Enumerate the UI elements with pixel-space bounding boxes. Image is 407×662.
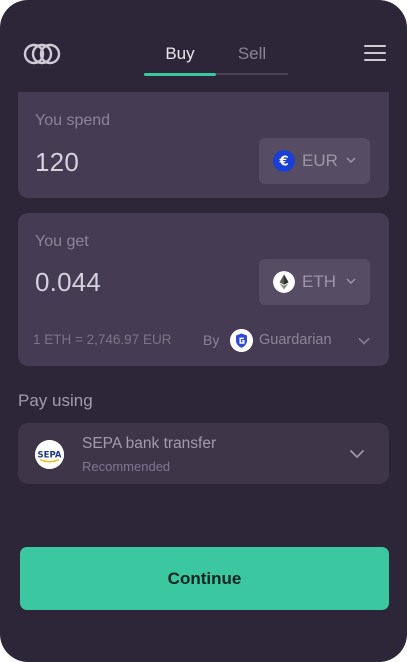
tab-buy[interactable]: Buy	[144, 40, 216, 76]
get-currency-select[interactable]: ETH	[259, 259, 370, 305]
hamburger-menu-icon[interactable]	[364, 45, 386, 61]
chevron-down-icon	[346, 157, 356, 164]
payment-method-select[interactable]: SEPA SEPA bank transfer Recommended	[18, 423, 389, 484]
provider-name[interactable]: Guardarian	[259, 332, 332, 348]
euro-icon: €	[273, 150, 295, 172]
chevron-down-icon	[346, 278, 356, 285]
swap-widget: Buy Sell You spend 120 € EUR You get 0.0…	[0, 0, 407, 662]
provider-by-label: By	[203, 332, 220, 348]
spend-card: You spend 120 € EUR	[18, 92, 389, 198]
payment-method-recommended: Recommended	[82, 459, 171, 474]
spend-currency-code: EUR	[302, 151, 338, 170]
pay-using-label: Pay using	[18, 391, 93, 410]
spend-currency-select[interactable]: € EUR	[259, 138, 370, 184]
guardarian-logo-icon	[230, 329, 253, 352]
continue-button[interactable]: Continue	[20, 547, 389, 610]
tab-sell[interactable]: Sell	[216, 40, 288, 76]
provider-chevron-down-icon[interactable]	[358, 337, 370, 345]
payment-method-name: SEPA bank transfer	[82, 435, 217, 452]
get-label: You get	[35, 233, 89, 250]
exchange-rate: 1 ETH = 2,746.97 EUR	[33, 332, 172, 347]
get-amount: 0.044	[35, 267, 102, 297]
logo-icon	[23, 43, 61, 65]
spend-label: You spend	[35, 112, 111, 129]
svg-text:SEPA: SEPA	[38, 451, 62, 461]
sepa-logo-icon: SEPA	[35, 440, 64, 469]
svg-text:€: €	[278, 155, 288, 170]
tab-active-indicator	[144, 73, 216, 76]
chevron-down-icon	[349, 449, 365, 459]
get-currency-code: ETH	[302, 272, 336, 291]
spend-amount-input[interactable]: 120	[35, 147, 79, 178]
get-card: You get 0.044 ETH 1 ETH = 2,746.97 EUR B…	[18, 213, 389, 366]
ethereum-icon	[273, 271, 295, 293]
buy-sell-tabs: Buy Sell	[144, 40, 288, 76]
